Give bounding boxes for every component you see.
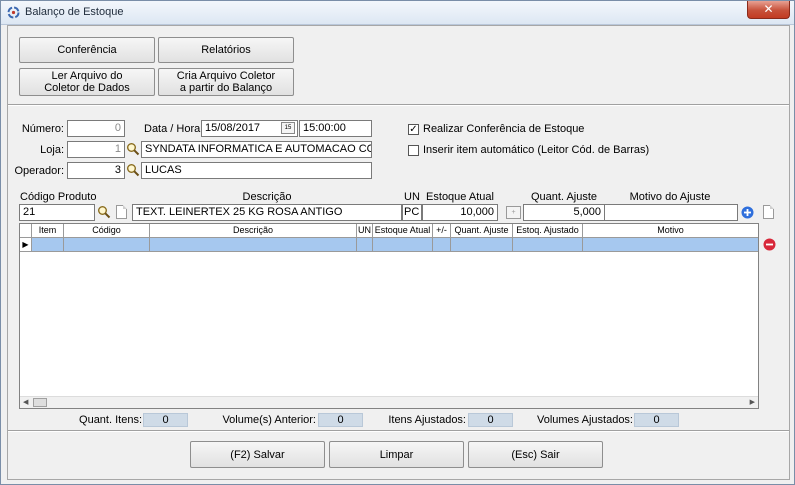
client-area: Conferência Relatórios Ler Arquivo do Co… (7, 25, 790, 480)
estoque-atual-field[interactable]: 10,000 (422, 204, 498, 221)
limpar-label: Limpar (379, 448, 414, 461)
volume-anterior-label: Volume(s) Anterior: (222, 414, 316, 426)
realizar-conferencia-label: Realizar Conferência de Estoque (423, 123, 585, 135)
col-item[interactable]: Item (32, 224, 64, 238)
quant-itens-label: Quant. Itens: (79, 414, 142, 426)
quant-ajuste-field[interactable]: 5,000 (523, 204, 605, 221)
operador-search-icon[interactable] (126, 163, 140, 177)
un-label: UN (404, 191, 420, 203)
app-icon (7, 6, 20, 19)
quant-itens-value: 0 (143, 413, 188, 427)
col-estoque-atual[interactable]: Estoque Atual (373, 224, 433, 238)
relatorios-button[interactable]: Relatórios (158, 37, 294, 63)
descricao-label: Descrição (242, 191, 292, 203)
calendar-icon[interactable]: 15 (281, 122, 295, 134)
cell-descricao[interactable] (150, 238, 357, 252)
loja-search-icon[interactable] (126, 142, 140, 156)
scroll-left-icon[interactable]: ◀ (23, 398, 28, 406)
salvar-label: (F2) Salvar (230, 448, 285, 461)
data-hora-label: Data / Hora: (144, 123, 204, 135)
itens-ajustados-value: 0 (468, 413, 513, 427)
col-un[interactable]: UN (357, 224, 373, 238)
col-estoq-ajustado[interactable]: Estoq. Ajustado (513, 224, 583, 238)
scroll-right-icon[interactable]: ▶ (750, 398, 755, 406)
balanco-window: Balanço de Estoque ✕ Conferência Relatór… (0, 0, 795, 485)
new-item-document-icon[interactable] (763, 205, 774, 219)
conferencia-label: Conferência (57, 44, 117, 56)
operador-name-field[interactable]: LUCAS (141, 162, 372, 179)
codigo-produto-label: Código Produto (20, 191, 97, 203)
sair-label: (Esc) Sair (511, 448, 560, 461)
inserir-auto-checkbox[interactable] (408, 145, 419, 156)
loja-name-field[interactable]: SYNDATA INFORMATICA E AUTOMACAO COME (141, 141, 372, 158)
col-descricao[interactable]: Descrição (150, 224, 357, 238)
ler-arquivo-coletor-button[interactable]: Ler Arquivo do Coletor de Dados (19, 68, 155, 96)
time-field[interactable]: 15:00:00 (299, 120, 372, 137)
cell-un[interactable] (357, 238, 373, 252)
produto-document-icon[interactable] (116, 205, 127, 219)
items-grid[interactable]: Item Código Descrição UN Estoque Atual +… (19, 223, 759, 409)
un-field[interactable]: PC (402, 204, 422, 221)
motivo-ajuste-field[interactable] (604, 204, 738, 221)
window-title: Balanço de Estoque (25, 6, 124, 18)
col-quant-ajuste[interactable]: Quant. Ajuste (451, 224, 513, 238)
limpar-button[interactable]: Limpar (329, 441, 464, 468)
numero-label: Número: (21, 123, 64, 135)
cell-estoq-ajustado[interactable] (513, 238, 583, 252)
cell-quant-ajuste[interactable] (451, 238, 513, 252)
remove-item-icon[interactable] (763, 238, 776, 251)
realizar-conferencia-checkbox[interactable]: ✓ (408, 124, 419, 135)
codigo-produto-field[interactable]: 21 (19, 204, 95, 221)
separator-top (8, 104, 789, 106)
cell-item[interactable] (32, 238, 64, 252)
horizontal-scrollbar[interactable]: ◀ ▶ (20, 396, 758, 408)
cell-estoque-atual[interactable] (373, 238, 433, 252)
descricao-field[interactable]: TEXT. LEINERTEX 25 KG ROSA ANTIGO (132, 204, 402, 221)
estoque-atual-label: Estoque Atual (426, 191, 494, 203)
operador-code-field[interactable]: 3 (67, 162, 125, 179)
grid-selected-row[interactable]: ▶ (20, 238, 758, 252)
cria-arquivo-coletor-button[interactable]: Cria Arquivo Coletor a partir do Balanço (158, 68, 294, 96)
cell-codigo[interactable] (64, 238, 150, 252)
ler-arquivo-line2: Coletor de Dados (44, 82, 130, 94)
row-indicator-icon: ▶ (20, 238, 32, 252)
cell-motivo[interactable] (583, 238, 758, 252)
conferencia-button[interactable]: Conferência (19, 37, 155, 63)
quant-ajuste-label: Quant. Ajuste (530, 191, 598, 203)
numero-field[interactable]: 0 (67, 120, 125, 137)
produto-search-icon[interactable] (97, 205, 111, 219)
salvar-button[interactable]: (F2) Salvar (190, 441, 325, 468)
plus-minus-spinner[interactable]: + (506, 206, 521, 219)
ler-arquivo-line1: Ler Arquivo do (51, 70, 123, 82)
volumes-ajustados-label: Volumes Ajustados: (536, 414, 633, 426)
motivo-ajuste-label: Motivo do Ajuste (629, 191, 711, 203)
add-item-icon[interactable] (741, 206, 754, 219)
cria-arquivo-line1: Cria Arquivo Coletor (176, 70, 276, 82)
grid-header: Item Código Descrição UN Estoque Atual +… (20, 224, 758, 238)
operador-label: Operador: (14, 165, 64, 177)
checkmark-icon: ✓ (409, 124, 418, 135)
grid-header-indicator (20, 224, 32, 238)
inserir-auto-label: Inserir item automático (Leitor Cód. de … (423, 144, 650, 156)
cria-arquivo-line2: a partir do Balanço (179, 82, 273, 94)
date-value: 15/08/2017 (205, 122, 261, 134)
cell-plus-minus[interactable] (433, 238, 451, 252)
close-button[interactable]: ✕ (747, 1, 790, 19)
separator-bottom (8, 430, 789, 432)
col-motivo[interactable]: Motivo (583, 224, 758, 238)
itens-ajustados-label: Itens Ajustados: (388, 414, 466, 426)
title-bar: Balanço de Estoque ✕ (1, 1, 794, 25)
sair-button[interactable]: (Esc) Sair (468, 441, 603, 468)
scrollbar-thumb[interactable] (33, 398, 47, 407)
relatorios-label: Relatórios (201, 44, 251, 56)
loja-code-field[interactable]: 1 (67, 141, 125, 158)
loja-label: Loja: (40, 144, 64, 156)
col-plus-minus[interactable]: +/- (433, 224, 451, 238)
volume-anterior-value: 0 (318, 413, 363, 427)
volumes-ajustados-value: 0 (634, 413, 679, 427)
col-codigo[interactable]: Código (64, 224, 150, 238)
